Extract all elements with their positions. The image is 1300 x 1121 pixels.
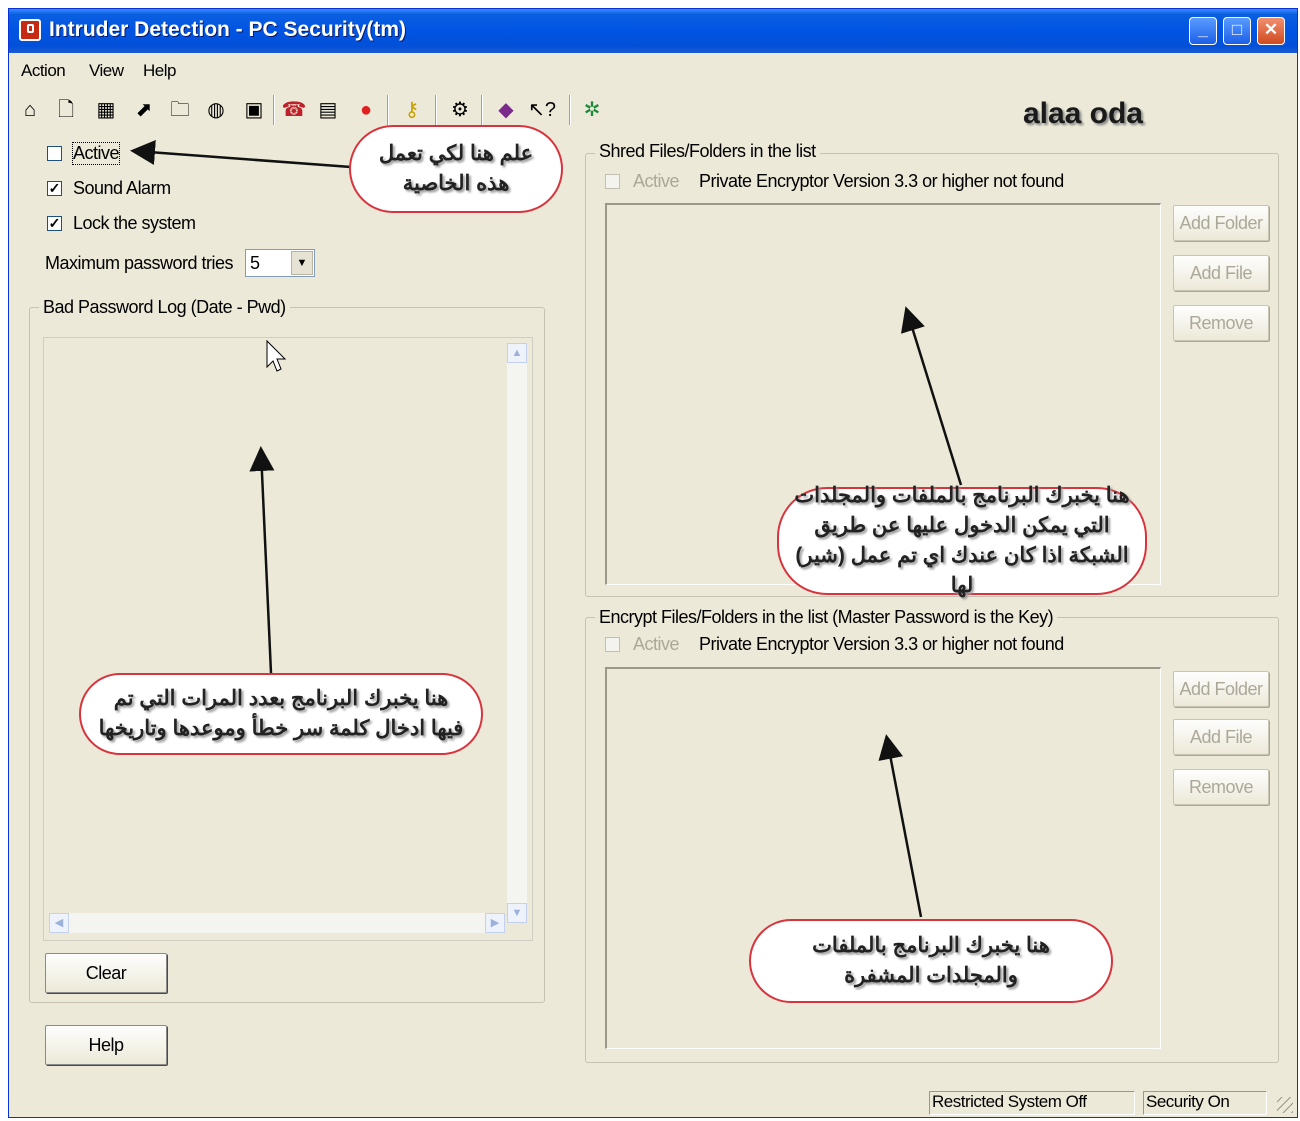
shred-annotation: هنا يخبرك البرنامج بالملفات والمجلدات ال… bbox=[777, 484, 1147, 597]
active-annotation: علم هنا لكي تعمل هذه الخاصية bbox=[349, 125, 563, 213]
shred-arrow bbox=[900, 306, 963, 486]
app-window: Intruder Detection - PC Security(tm) _ □… bbox=[8, 8, 1298, 1118]
mouse-cursor-icon bbox=[266, 339, 287, 372]
log-arrow bbox=[249, 446, 275, 674]
encrypt-annotation: هنا يخبرك البرنامج بالملفات والمجلدات ال… bbox=[749, 919, 1113, 1003]
active-arrow bbox=[130, 140, 352, 169]
log-annotation: هنا يخبرك البرنامج بعدد المرات التي تم ف… bbox=[79, 673, 483, 755]
encrypt-arrow bbox=[878, 734, 923, 918]
